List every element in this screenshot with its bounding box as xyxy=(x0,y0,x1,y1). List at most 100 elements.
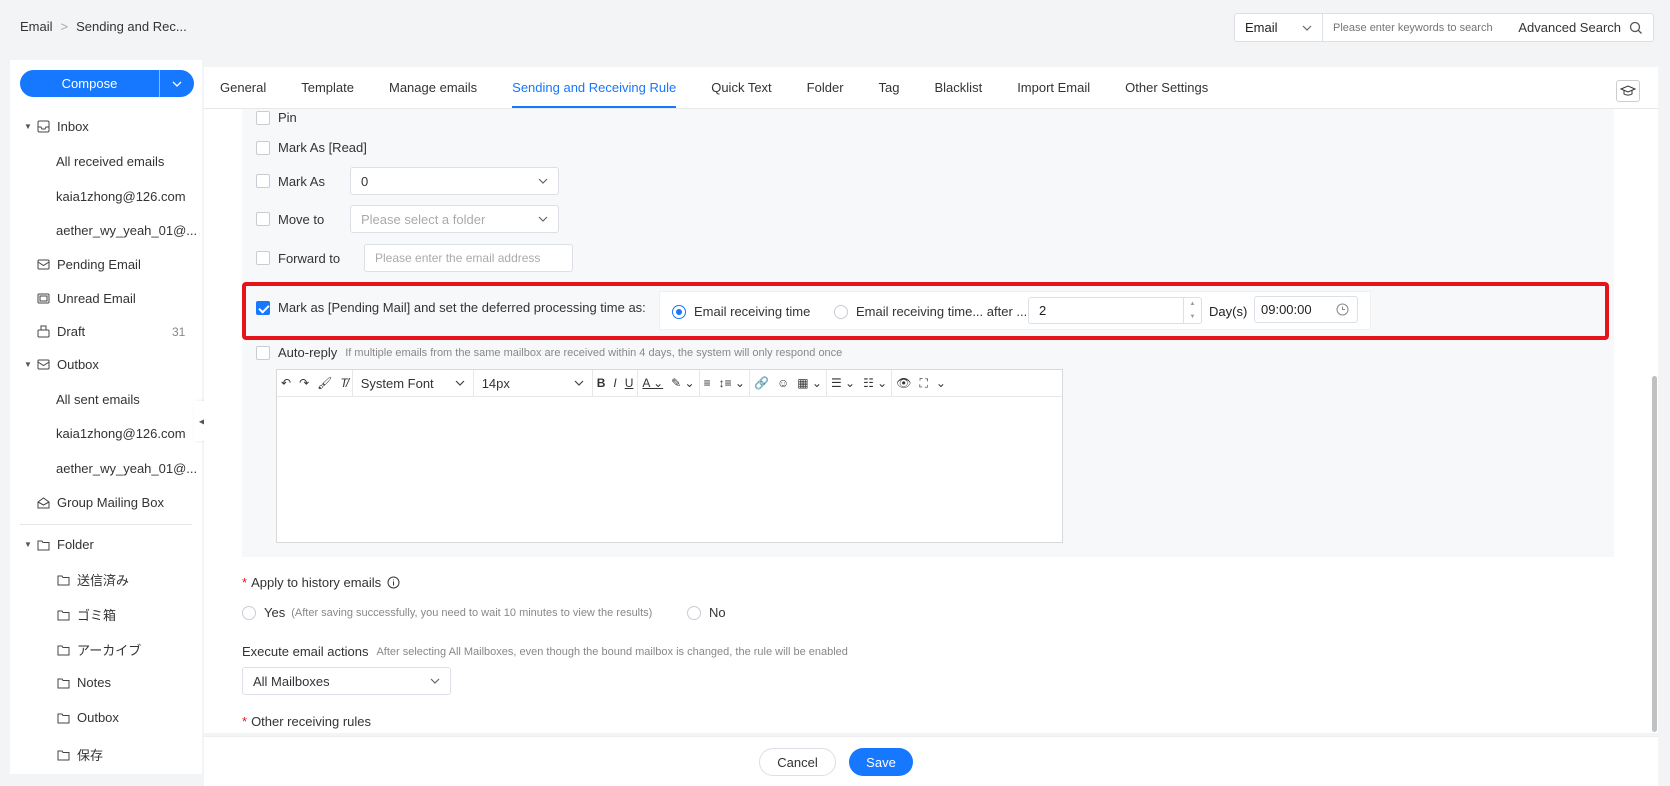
font-color-icon[interactable]: A ⌄ xyxy=(638,370,667,396)
sidebar-item-label: Outbox xyxy=(77,710,119,725)
chevron-down-icon xyxy=(455,380,465,386)
preview-icon[interactable]: 👁 xyxy=(892,370,915,396)
radio-button[interactable] xyxy=(242,605,256,620)
link-icon[interactable]: 🔗 xyxy=(750,370,773,396)
mark-as-checkbox[interactable] xyxy=(256,174,270,188)
breadcrumb-root[interactable]: Email xyxy=(20,19,53,34)
execute-actions-label: Execute email actions xyxy=(242,644,369,659)
compose-dropdown[interactable] xyxy=(160,70,194,97)
sidebar-item-label: Pending Email xyxy=(57,257,141,272)
save-button[interactable]: Save xyxy=(849,748,913,776)
tab-template[interactable]: Template xyxy=(301,80,354,108)
sidebar-item-folder[interactable]: ▼ Folder xyxy=(24,537,94,552)
mark-as-select[interactable]: 0 xyxy=(350,167,559,195)
redo-icon[interactable]: ↷ xyxy=(295,370,313,396)
line-height-icon[interactable]: ↕≡ ⌄ xyxy=(715,370,749,396)
move-to-checkbox[interactable] xyxy=(256,212,270,226)
mark-read-checkbox[interactable] xyxy=(256,140,270,155)
sidebar-item-unread[interactable]: Unread Email xyxy=(36,291,136,306)
caret-down-icon[interactable]: ▼ xyxy=(24,360,32,369)
history-yes-option[interactable]: Yes (After saving successfully, you need… xyxy=(242,605,652,620)
sidebar-item-label: Outbox xyxy=(57,357,99,372)
highlight-annotation-box xyxy=(242,282,1609,340)
folder-icon xyxy=(56,748,70,762)
move-to-select[interactable]: Please select a folder xyxy=(350,205,559,233)
bold-icon[interactable]: B xyxy=(593,370,610,396)
sidebar-item-label: kaia1zhong@126.com xyxy=(56,189,186,204)
info-icon[interactable] xyxy=(387,576,400,589)
radio-button[interactable] xyxy=(687,605,701,620)
tab-blacklist[interactable]: Blacklist xyxy=(935,80,983,108)
chevron-down-icon xyxy=(538,216,548,222)
sidebar-item-inbox-account-2[interactable]: aether_wy_yeah_01@... xyxy=(56,223,197,238)
tab-import-email[interactable]: Import Email xyxy=(1017,80,1090,108)
breadcrumb-current: Sending and Rec... xyxy=(76,19,187,34)
sidebar-folder-item[interactable]: 送信済み xyxy=(56,570,129,589)
sidebar-item-inbox-account-1[interactable]: kaia1zhong@126.com xyxy=(56,189,186,204)
cancel-button[interactable]: Cancel xyxy=(759,748,836,776)
sidebar-item-label: Notes xyxy=(77,675,111,690)
caret-down-icon[interactable]: ▼ xyxy=(24,122,32,131)
sidebar-folder-item[interactable]: Notes xyxy=(56,675,111,690)
action-move-to: Move to Please select a folder xyxy=(256,205,559,233)
auto-reply-checkbox[interactable] xyxy=(256,345,270,360)
tab-sending-receiving-rule[interactable]: Sending and Receiving Rule xyxy=(512,80,677,108)
tab-manage-emails[interactable]: Manage emails xyxy=(389,80,477,108)
execute-mailboxes-select[interactable]: All Mailboxes xyxy=(242,667,451,695)
highlight-color-icon[interactable]: ✎ ⌄ xyxy=(667,370,698,396)
undo-icon[interactable]: ↶ xyxy=(277,370,295,396)
clear-format-icon[interactable]: T̸ xyxy=(336,370,351,396)
tab-other-settings[interactable]: Other Settings xyxy=(1125,80,1208,108)
sidebar-folder-item[interactable]: 保存 xyxy=(56,745,103,764)
sidebar-item-outbox-account-2[interactable]: aether_wy_yeah_01@... xyxy=(56,461,197,476)
history-no-option[interactable]: No xyxy=(687,605,726,620)
sidebar-item-pending[interactable]: Pending Email xyxy=(36,257,141,272)
forward-to-label: Forward to xyxy=(278,250,341,266)
numbered-list-icon[interactable]: ☷ ⌄ xyxy=(859,370,891,396)
sidebar-item-inbox[interactable]: ▼ Inbox xyxy=(24,119,89,134)
sidebar-item-outbox[interactable]: ▼ Outbox xyxy=(24,357,99,372)
folder-icon xyxy=(36,538,50,552)
format-painter-icon[interactable]: 🖌 xyxy=(313,370,336,396)
apply-history-label: Apply to history emails xyxy=(251,575,382,590)
search-type-select[interactable]: Email xyxy=(1235,14,1323,41)
sidebar-folder-item[interactable]: ゴミ箱 xyxy=(56,605,116,624)
search-input[interactable] xyxy=(1323,21,1519,34)
other-rules-heading: * Other receiving rules xyxy=(242,714,371,729)
fullscreen-icon[interactable]: ⛶ xyxy=(915,370,931,396)
sidebar-folder-item[interactable]: アーカイブ xyxy=(56,640,141,659)
scrollbar[interactable] xyxy=(1652,376,1657,732)
tutorial-button[interactable] xyxy=(1616,80,1640,102)
tab-quick-text[interactable]: Quick Text xyxy=(711,80,771,108)
more-icon[interactable]: ⌄ xyxy=(932,370,950,396)
sidebar-item-all-received[interactable]: All received emails xyxy=(56,154,164,169)
sidebar-folder-item[interactable]: Outbox xyxy=(56,710,119,725)
font-family-select[interactable]: System Font xyxy=(353,370,473,396)
underline-icon[interactable]: U xyxy=(621,370,638,396)
sidebar-item-label: aether_wy_yeah_01@... xyxy=(56,461,198,476)
advanced-search-button[interactable]: Advanced Search xyxy=(1518,20,1653,35)
tab-tag[interactable]: Tag xyxy=(879,80,900,108)
sidebar-item-draft[interactable]: Draft xyxy=(36,324,85,339)
italic-icon[interactable]: I xyxy=(609,370,620,396)
sidebar-item-outbox-account-1[interactable]: kaia1zhong@126.com xyxy=(56,426,186,441)
tab-folder[interactable]: Folder xyxy=(807,80,844,108)
table-icon[interactable]: ▦ ⌄ xyxy=(793,370,826,396)
chevron-down-icon xyxy=(574,380,584,386)
forward-to-checkbox[interactable] xyxy=(256,251,270,265)
sidebar-item-label: aether_wy_yeah_01@... xyxy=(56,223,198,238)
sidebar-item-all-sent[interactable]: All sent emails xyxy=(56,392,140,407)
emoji-icon[interactable]: ☺ xyxy=(773,370,793,396)
editor-content-area[interactable] xyxy=(277,397,1062,543)
advanced-search-label: Advanced Search xyxy=(1518,20,1621,35)
pin-checkbox[interactable] xyxy=(256,110,270,125)
chevron-down-icon xyxy=(538,178,548,184)
compose-button[interactable]: Compose xyxy=(20,70,160,97)
forward-to-input[interactable]: Please enter the email address xyxy=(364,244,573,272)
tab-general[interactable]: General xyxy=(220,80,266,108)
align-left-icon[interactable]: ≡ xyxy=(700,370,715,396)
caret-down-icon[interactable]: ▼ xyxy=(24,540,32,549)
font-size-select[interactable]: 14px xyxy=(474,370,592,396)
bullet-list-icon[interactable]: ☰ ⌄ xyxy=(827,370,859,396)
sidebar-item-group-mailing[interactable]: Group Mailing Box xyxy=(36,495,164,510)
